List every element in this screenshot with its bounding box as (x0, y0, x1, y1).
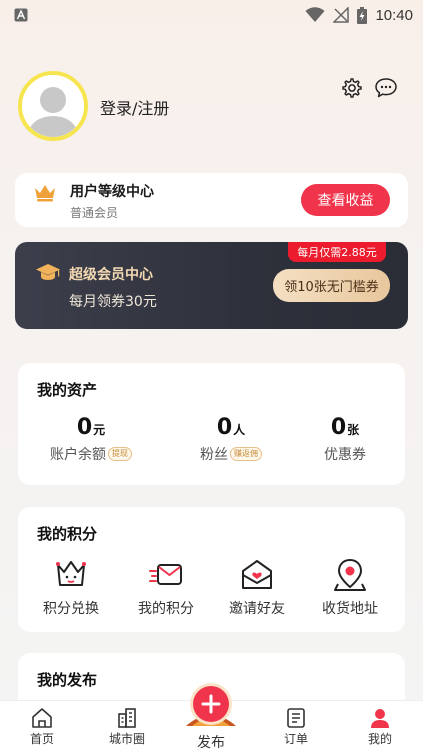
invite-letter-icon (242, 560, 272, 589)
vip-center-title: 超级会员中心 (69, 267, 153, 283)
wifi-icon (305, 7, 325, 22)
signal-off-icon (333, 7, 350, 23)
crown-gift-icon (56, 561, 86, 586)
avatar[interactable] (18, 71, 88, 141)
status-time: 10:40 (375, 6, 413, 24)
coupons-unit: 张 (347, 423, 360, 437)
gear-icon (342, 78, 362, 98)
tab-home[interactable]: 首页 (12, 707, 72, 747)
settings-button[interactable] (341, 77, 365, 101)
tab-home-label: 首页 (29, 732, 54, 746)
tab-mine-label: 我的 (367, 732, 392, 746)
message-button[interactable] (374, 77, 398, 101)
login-register-link[interactable]: 登录/注册 (100, 95, 169, 119)
status-bar: 10:40 (0, 0, 423, 30)
invite-friends-item[interactable]: 邀请好友 (212, 557, 302, 618)
super-vip-card[interactable]: 超级会员中心 每月领券30元 每月仅需2.88元 领10张无门槛券 (15, 242, 408, 329)
coupons-value: 0 (330, 415, 347, 440)
chat-bubble-icon (375, 78, 397, 98)
tab-orders-label: 订单 (283, 732, 308, 746)
claim-coupon-button[interactable]: 领10张无门槛券 (273, 269, 390, 302)
withdraw-tag[interactable]: 提现 (108, 447, 132, 461)
shipping-address-label: 收货地址 (322, 601, 378, 617)
location-pin-icon (334, 558, 366, 591)
tab-mine[interactable]: 我的 (350, 707, 410, 747)
my-points-card: 我的积分 积分兑换 我的积分 邀请好友 收货地址 (18, 507, 405, 632)
envelope-fast-icon (149, 564, 182, 585)
fans-unit: 人 (233, 423, 246, 437)
fans-label: 粉丝 (200, 447, 228, 463)
shipping-address-item[interactable]: 收货地址 (305, 557, 395, 618)
home-icon (32, 708, 52, 728)
view-earnings-button[interactable]: 查看收益 (301, 184, 390, 216)
my-points-label: 我的积分 (138, 601, 194, 617)
order-icon (287, 708, 305, 728)
posts-title: 我的发布 (37, 671, 98, 689)
tab-city-circle-label: 城市圈 (108, 732, 145, 746)
graduation-cap-icon (36, 264, 60, 280)
plus-icon (201, 694, 221, 714)
fans-stat[interactable]: 0人 粉丝 赚返佣 (171, 415, 291, 464)
coupons-label: 优惠券 (324, 447, 366, 463)
tab-publish[interactable]: 发布 (176, 686, 246, 752)
a-letter-icon (14, 8, 28, 22)
invite-friends-label: 邀请好友 (229, 601, 285, 617)
level-center-title: 用户等级中心 (70, 184, 154, 200)
city-icon (118, 708, 136, 728)
points-exchange-label: 积分兑换 (43, 601, 99, 617)
person-icon (371, 709, 389, 728)
price-badge: 每月仅需2.88元 (288, 242, 386, 262)
my-points-item[interactable]: 我的积分 (121, 557, 211, 618)
member-level-text: 普通会员 (70, 206, 119, 220)
crown-icon (35, 185, 55, 202)
account-balance-stat[interactable]: 0元 账户余额 提现 (31, 415, 151, 464)
battery-charging-icon (357, 6, 368, 24)
balance-unit: 元 (93, 423, 106, 437)
fans-value: 0 (216, 415, 233, 440)
tab-orders[interactable]: 订单 (266, 707, 326, 747)
my-assets-card: 我的资产 0元 账户余额 提现 0人 粉丝 赚返佣 0张 优惠券 (18, 363, 405, 485)
vip-monthly-coupon-text: 每月领券30元 (69, 294, 157, 310)
publish-button[interactable] (193, 686, 229, 722)
balance-value: 0 (76, 415, 93, 440)
user-level-card[interactable]: 用户等级中心 普通会员 查看收益 (15, 173, 408, 227)
tab-publish-label: 发布 (197, 735, 225, 751)
rebate-tag[interactable]: 赚返佣 (230, 447, 262, 461)
coupons-stat[interactable]: 0张 优惠券 (285, 415, 405, 464)
profile-header: 登录/注册 (0, 68, 423, 148)
assets-title: 我的资产 (37, 381, 98, 399)
points-exchange-item[interactable]: 积分兑换 (26, 557, 116, 618)
points-title: 我的积分 (37, 525, 98, 543)
balance-label: 账户余额 (50, 447, 106, 463)
tab-city-circle[interactable]: 城市圈 (97, 707, 157, 747)
default-avatar-icon (22, 75, 84, 137)
